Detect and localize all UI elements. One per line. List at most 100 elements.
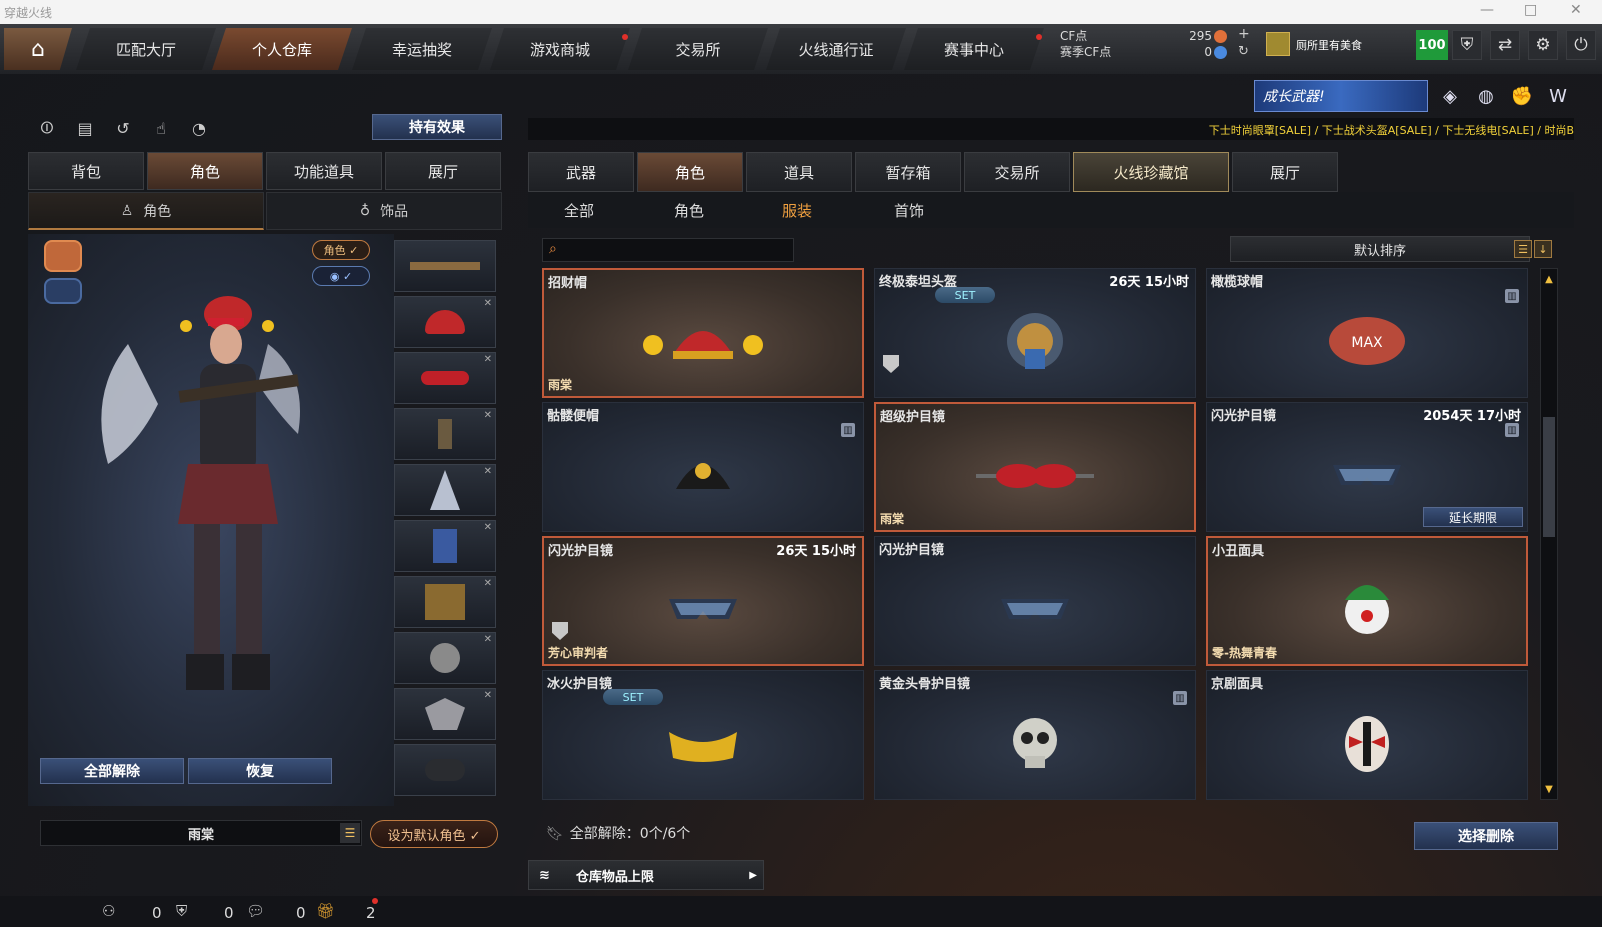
right-tab-character[interactable]: 角色 bbox=[637, 152, 743, 192]
right-tab-collection[interactable]: 火线珍藏馆 bbox=[1073, 152, 1229, 192]
crest-icon[interactable]: ◈ bbox=[1436, 82, 1464, 110]
item-card[interactable]: 骷髅便帽 ▥ bbox=[542, 402, 864, 532]
refresh-icon[interactable]: ↻ bbox=[1238, 44, 1249, 59]
nav-tab-lucky-draw[interactable]: 幸运抽奖 bbox=[352, 28, 492, 70]
trash-icon[interactable]: ▥ bbox=[841, 423, 855, 437]
equip-slot-wings[interactable]: ✕ bbox=[394, 464, 496, 516]
nav-tab-event-center[interactable]: 赛事中心 bbox=[904, 28, 1044, 70]
hold-effect-button[interactable]: 持有效果 bbox=[372, 114, 502, 140]
item-card[interactable]: 招财帽 雨棠 bbox=[542, 268, 864, 398]
equip-slot-emblem[interactable]: ✕ bbox=[394, 688, 496, 740]
gift-icon[interactable]: 🎁︎ bbox=[316, 902, 335, 920]
scroll-thumb[interactable] bbox=[1543, 417, 1555, 537]
equip-slot-radio[interactable]: ✕ bbox=[394, 408, 496, 460]
item-card[interactable]: 终极泰坦头盔 26天 15小时 SET bbox=[874, 268, 1196, 398]
equip-slot-weapon[interactable] bbox=[394, 240, 496, 292]
left-subtab-accessory[interactable]: ♁ 饰品 bbox=[266, 192, 502, 230]
subtab-character[interactable]: 角色 bbox=[674, 200, 704, 221]
scroll-down-icon[interactable]: ▼ bbox=[1541, 781, 1557, 797]
trash-icon[interactable]: ▥ bbox=[1505, 289, 1519, 303]
equip-slot-badge[interactable]: ✕ bbox=[394, 632, 496, 684]
item-scrollbar[interactable]: ▲ ▼ bbox=[1540, 268, 1558, 800]
remove-slot-icon[interactable]: ✕ bbox=[484, 522, 492, 533]
guild-shield-icon[interactable]: ⛨ bbox=[176, 902, 187, 920]
equip-slot-empty[interactable] bbox=[394, 744, 496, 796]
team-icon[interactable]: ⚇ bbox=[102, 902, 115, 920]
set-default-character-button[interactable]: 设为默认角色 ✓ bbox=[370, 820, 498, 848]
item-card[interactable]: 闪光护目镜 bbox=[874, 536, 1196, 666]
power-icon[interactable]: ⏻ bbox=[1566, 30, 1596, 60]
item-card[interactable]: 小丑面具 零-热舞青春 bbox=[1206, 536, 1528, 666]
list-icon[interactable]: ☰ bbox=[340, 823, 360, 843]
item-card[interactable]: 京剧面具 bbox=[1206, 670, 1528, 800]
equip-slot-vest[interactable]: ✕ bbox=[394, 576, 496, 628]
equip-slot-mask[interactable]: ✕ bbox=[394, 520, 496, 572]
left-subtab-character[interactable]: ♙ 角色 bbox=[28, 192, 264, 230]
subtab-clothing[interactable]: 服装 bbox=[782, 200, 812, 221]
role-toggle-pill[interactable]: 角色 ✓ bbox=[312, 240, 370, 260]
chat-icon[interactable]: 💬︎ bbox=[246, 902, 265, 920]
equip-slot-goggles[interactable]: ✕ bbox=[394, 352, 496, 404]
remove-slot-icon[interactable]: ✕ bbox=[484, 634, 492, 645]
item-card[interactable]: 闪光护目镜 26天 15小时 芳心审判者 bbox=[542, 536, 864, 666]
remove-slot-icon[interactable]: ✕ bbox=[484, 298, 492, 309]
fist-icon[interactable]: ✊ bbox=[1508, 82, 1536, 110]
remove-slot-icon[interactable]: ✕ bbox=[484, 466, 492, 477]
extend-period-button[interactable]: 延长期限 bbox=[1423, 507, 1523, 527]
remove-slot-icon[interactable]: ✕ bbox=[484, 690, 492, 701]
w-logo-icon[interactable]: W bbox=[1544, 82, 1572, 110]
sort-dropdown[interactable]: 默认排序 bbox=[1230, 236, 1530, 262]
scroll-up-icon[interactable]: ▲ bbox=[1541, 271, 1557, 287]
mouse-icon[interactable]: ◔ bbox=[184, 114, 214, 142]
item-card[interactable]: 超级护目镜 雨棠 bbox=[874, 402, 1196, 532]
storage-capacity-bar[interactable]: ≋ 仓库物品上限 ▶ bbox=[528, 860, 764, 890]
nav-tab-battle-pass[interactable]: 火线通行证 bbox=[766, 28, 906, 70]
add-cf-icon[interactable]: + bbox=[1238, 26, 1250, 42]
stats-icon[interactable]: ▤ bbox=[70, 114, 100, 142]
item-card[interactable]: 黄金头骨护目镜 ▥ bbox=[874, 670, 1196, 800]
select-delete-button[interactable]: 选择删除 bbox=[1414, 822, 1558, 850]
right-tab-temp-box[interactable]: 暂存箱 bbox=[855, 152, 961, 192]
right-tab-weapon[interactable]: 武器 bbox=[528, 152, 634, 192]
equip-slot-hat[interactable]: ✕ bbox=[394, 296, 496, 348]
right-tab-items[interactable]: 道具 bbox=[746, 152, 852, 192]
history-icon[interactable]: ↺ bbox=[108, 114, 138, 142]
item-card[interactable]: 冰火护目镜 SET bbox=[542, 670, 864, 800]
remove-slot-icon[interactable]: ✕ bbox=[484, 354, 492, 365]
restore-button[interactable]: 恢复 bbox=[188, 758, 332, 784]
left-tab-showroom[interactable]: 展厅 bbox=[385, 152, 501, 190]
right-tab-showroom[interactable]: 展厅 bbox=[1232, 152, 1338, 192]
item-card[interactable]: 橄榄球帽 ▥ MAX bbox=[1206, 268, 1528, 398]
left-tab-function-items[interactable]: 功能道具 bbox=[266, 152, 382, 190]
unequip-all-button[interactable]: 全部解除 bbox=[40, 758, 184, 784]
character-preview[interactable]: 全部解除 恢复 bbox=[28, 234, 394, 806]
nav-tab-personal-storage[interactable]: 个人仓库 bbox=[212, 28, 352, 70]
subtab-all[interactable]: 全部 bbox=[564, 200, 594, 221]
trash-icon[interactable]: ▥ bbox=[1505, 423, 1519, 437]
left-tab-character[interactable]: 角色 bbox=[147, 152, 263, 190]
nav-tab-game-mall[interactable]: 游戏商城 bbox=[490, 28, 630, 70]
nav-tab-exchange[interactable]: 交易所 bbox=[628, 28, 768, 70]
left-tab-backpack[interactable]: 背包 bbox=[28, 152, 144, 190]
growth-weapon-banner[interactable]: 成长武器! bbox=[1254, 80, 1428, 112]
search-input[interactable]: ⌕ bbox=[542, 238, 794, 262]
maximize-button[interactable]: □ bbox=[1524, 2, 1537, 18]
switch-icon[interactable]: ⇄ bbox=[1490, 30, 1520, 60]
toggle-off-icon[interactable]: ⏼ bbox=[32, 114, 62, 142]
nav-tab-match-lobby[interactable]: 匹配大厅 bbox=[76, 28, 216, 70]
minimize-button[interactable]: — bbox=[1480, 2, 1494, 18]
remove-slot-icon[interactable]: ✕ bbox=[484, 578, 492, 589]
visibility-toggle-pill[interactable]: ◉ ✓ bbox=[312, 266, 370, 286]
shield-icon[interactable]: ⛨ bbox=[1452, 30, 1482, 60]
close-button[interactable]: ✕ bbox=[1570, 2, 1582, 18]
list-view-icon[interactable]: ☰ bbox=[1514, 240, 1532, 258]
right-tab-exchange[interactable]: 交易所 bbox=[964, 152, 1070, 192]
sort-order-icon[interactable]: ↓ bbox=[1534, 240, 1552, 258]
item-card[interactable]: 闪光护目镜 2054天 17小时 ▥ 延长期限 bbox=[1206, 402, 1528, 532]
gear-icon[interactable]: ⚙ bbox=[1528, 30, 1558, 60]
pose-icon[interactable]: ☝ bbox=[146, 114, 176, 142]
globe-icon[interactable]: ◍ bbox=[1472, 82, 1500, 110]
subtab-jewelry[interactable]: 首饰 bbox=[894, 200, 924, 221]
remove-slot-icon[interactable]: ✕ bbox=[484, 410, 492, 421]
trash-icon[interactable]: ▥ bbox=[1173, 691, 1187, 705]
